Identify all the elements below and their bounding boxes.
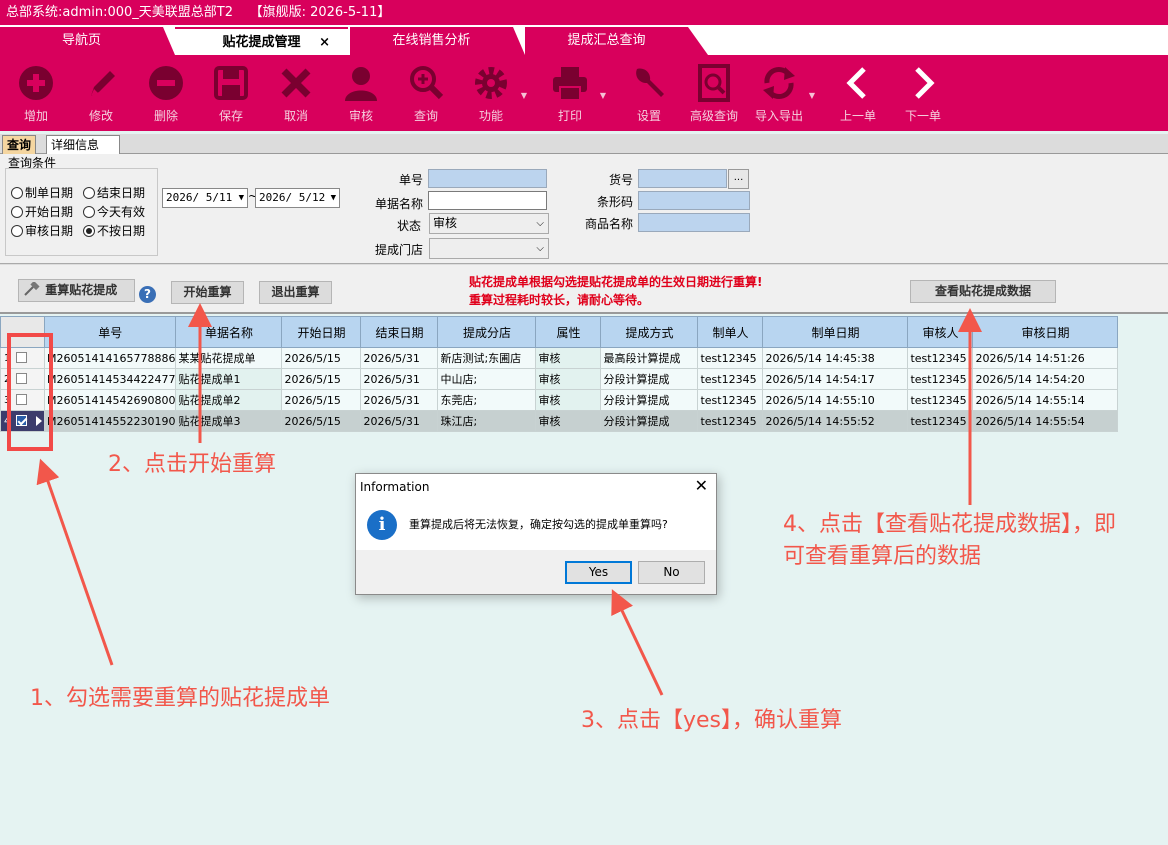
annotation-step4-line1: 4、点击【查看贴花提成数据】，即 bbox=[783, 512, 1116, 537]
annotation-step3: 3、点击【yes】，确认重算 bbox=[581, 708, 843, 733]
arrow-step1 bbox=[36, 458, 114, 666]
annotation-step1: 1、勾选需要重算的贴花提成单 bbox=[30, 686, 330, 711]
arrow-step3 bbox=[611, 589, 664, 696]
annotation-step2: 2、点击开始重算 bbox=[108, 452, 276, 477]
annotation-step4-line2: 可查看重算后的数据 bbox=[783, 544, 982, 569]
